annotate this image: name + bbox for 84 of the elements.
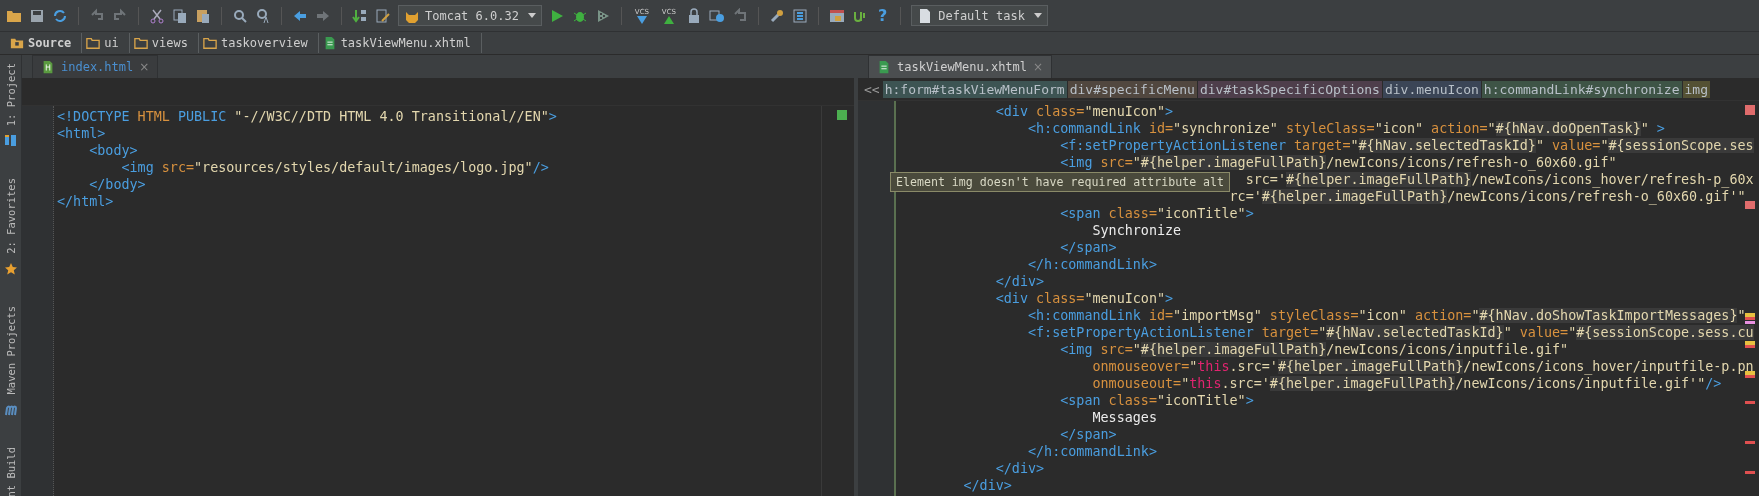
tag-path-item[interactable]: div#taskSpecificOptions: [1197, 80, 1382, 98]
folder-icon: [202, 36, 217, 50]
code-line: </div>: [994, 461, 1045, 476]
code-line: </span>: [1059, 427, 1117, 442]
status-indicator: [837, 110, 847, 120]
code-line: <div class="menuIcon">: [994, 104, 1174, 119]
tag-path-item[interactable]: img: [1682, 80, 1710, 98]
code-line: </span>: [1059, 240, 1117, 255]
code-line: </div>: [962, 478, 1012, 493]
task-dropdown[interactable]: Default task: [911, 5, 1048, 26]
breadcrumb-item[interactable]: taskViewMenu.xhtml: [318, 33, 482, 53]
breadcrumb-item[interactable]: Source: [6, 33, 83, 53]
code-line: <f:setPropertyActionListener target="#{hNav.selectedTaskId}" value="#{sessionScope.sess.cu: [1027, 325, 1754, 340]
code-line: </h:commandLink>: [1027, 257, 1157, 272]
html-file-icon: [41, 60, 55, 74]
code-line: onmouseover="this.src='#{helper.imageFullPath}/newIcons/icons_hover/inputfile-p.pn: [1091, 359, 1754, 374]
code-line: <img src="#{helper.imageFullPath}/newIcons/icons/inputfile.gif": [1059, 342, 1569, 357]
tab-label: index.html: [61, 60, 134, 74]
search-icon[interactable]: [232, 7, 248, 24]
sort-icon[interactable]: [352, 7, 368, 24]
code-line: <img src="resources/styles/default/images/logo.jpg"/>: [120, 160, 549, 175]
file-icon: [877, 60, 891, 74]
help-button[interactable]: ?: [874, 6, 891, 25]
structure-icon[interactable]: [791, 7, 808, 24]
code-line: <h:commandLink id="synchronize" styleClass="icon" action="#{hNav.doOpenTask}" >: [1027, 121, 1665, 136]
code-line: rc='#{helper.imageFullPath}/newIcons/icons/refresh-o_60x60.gif'": [1228, 189, 1746, 204]
code-line: <span class="iconTitle">: [1059, 206, 1254, 221]
down-arrow-icon: [636, 15, 647, 24]
scroll-left-button[interactable]: <<: [862, 80, 882, 98]
code-line: </h:commandLink>: [1027, 444, 1157, 459]
tag-path-item[interactable]: div#specificMenu: [1067, 80, 1197, 98]
tag-path-item[interactable]: h:commandLink#synchronize: [1481, 80, 1682, 98]
edit-icon[interactable]: [375, 7, 391, 24]
caret-icon: [1033, 13, 1042, 18]
breadcrumb-label: taskViewMenu.xhtml: [340, 36, 471, 50]
breadcrumb-label: views: [151, 36, 188, 50]
editor-tab[interactable]: index.html ×: [32, 55, 159, 78]
code-line: onmouseout="this.src='#{helper.imageFullPath}/newIcons/icons/inputfile.gif'"/>: [1091, 376, 1722, 391]
code-line: </html>: [57, 194, 114, 209]
code-line: </body>: [88, 177, 146, 192]
history-icon[interactable]: [708, 7, 725, 24]
code-line: </div>: [994, 274, 1045, 289]
save-icon[interactable]: [29, 7, 45, 24]
tooltip: Element img doesn't have required attribute alt: [890, 172, 1231, 192]
code-line: <img src="#{helper.imageFullPath}/newIcons/icons/refresh-o_60x60.gif": [1059, 155, 1617, 170]
run-config-dropdown[interactable]: Tomcat 6.0.32: [398, 5, 542, 26]
breadcrumb-label: Source: [28, 36, 72, 50]
code-line: <html>: [57, 126, 106, 141]
code-line: <f:setPropertyActionListener target="#{hNav.selectedTaskId}" value="#{sessionScope.ses: [1059, 138, 1754, 153]
tag-path-item[interactable]: h:form#taskViewMenuForm: [882, 80, 1067, 98]
close-button[interactable]: ×: [139, 60, 150, 74]
folder-icon: [133, 36, 148, 50]
cut-icon[interactable]: [149, 7, 165, 24]
code-line: Synchronize: [1091, 223, 1182, 238]
folder-icon: [10, 36, 24, 50]
editor-tab[interactable]: taskViewMenu.xhtml ×: [868, 55, 1053, 78]
tool-window-tab[interactable]: Maven Projects: [4, 306, 17, 395]
star-icon: [3, 262, 18, 277]
up-arrow-icon: [663, 15, 674, 24]
caret-icon: [527, 13, 536, 18]
code-line: <body>: [88, 143, 138, 158]
code-line: Messages: [1091, 410, 1157, 425]
folder-icon: [86, 36, 101, 50]
calendar-icon[interactable]: [828, 7, 845, 24]
breadcrumb-item[interactable]: taskoverview: [198, 33, 319, 53]
tool-window-tab[interactable]: 1: Project: [4, 63, 17, 127]
tool-window-tab[interactable]: 2: Favorites: [4, 178, 17, 255]
breadcrumb-item[interactable]: views: [129, 33, 199, 53]
breadcrumb-item[interactable]: ui: [82, 33, 130, 53]
replace-icon[interactable]: [255, 7, 271, 24]
paste-icon[interactable]: [195, 7, 211, 24]
wrench-icon[interactable]: [768, 7, 785, 24]
breadcrumb-label: taskoverview: [220, 36, 308, 50]
code-line: <h:commandLink id="importMsg" styleClass="icon" action="#{hNav.doShowTaskImportMessages}": [1027, 308, 1746, 323]
error-indicator: [1745, 105, 1755, 115]
copy-icon[interactable]: [172, 7, 188, 24]
project-icon: [3, 134, 18, 149]
code-line: <div class="menuIcon">: [994, 291, 1174, 306]
tag-path-item[interactable]: div.menuIcon: [1382, 80, 1481, 98]
breadcrumb-label: ui: [104, 36, 119, 50]
code-line: <span class="iconTitle">: [1059, 393, 1254, 408]
sync-icon[interactable]: [52, 7, 68, 24]
code-line: <!DOCTYPE HTML PUBLIC "-//W3C//DTD HTML 4.0 Transitional//EN">: [57, 109, 557, 124]
tab-label: taskViewMenu.xhtml: [897, 60, 1028, 74]
